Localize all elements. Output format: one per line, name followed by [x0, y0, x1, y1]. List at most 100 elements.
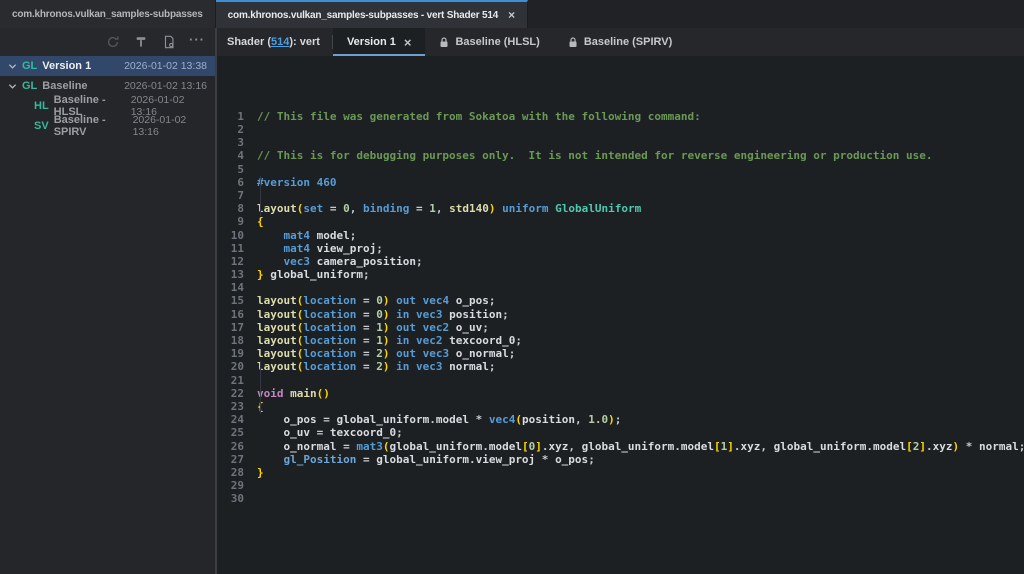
line-number: 23	[217, 400, 244, 413]
ellipsis-icon[interactable]: ···	[187, 32, 207, 52]
line-number: 8	[217, 202, 244, 215]
code-line: 4 // This is for debugging purposes only.…	[217, 149, 1024, 162]
code-line: 21	[217, 374, 1024, 387]
version-type-badge: SV	[34, 120, 49, 132]
line-number: 26	[217, 440, 244, 453]
code-line: 2	[217, 123, 1024, 136]
close-icon[interactable]: ×	[404, 36, 412, 49]
chevron-down-icon[interactable]	[8, 82, 22, 91]
code-line: 6#version 460	[217, 176, 1024, 189]
hammer-icon[interactable]	[131, 32, 151, 52]
version-type-badge: GL	[22, 60, 37, 72]
code-line: 29	[217, 479, 1024, 492]
line-number: 2	[217, 123, 244, 136]
line-text: mat4 view_proj;	[257, 242, 383, 255]
code-line: 13 } global_uniform;	[217, 268, 1024, 281]
line-number: 6	[217, 176, 244, 189]
code-line: 14	[217, 281, 1024, 294]
code-line: 8 layout(set = 0, binding = 1, std140) un…	[217, 202, 1024, 215]
line-text: o_normal = mat3(global_uniform.model[0].…	[257, 440, 1024, 453]
secondary-bar: ··· Shader (514): vert Version 1 × Basel…	[0, 28, 1024, 56]
code-line: 24 o_pos = global_uniform.model * vec4(p…	[217, 413, 1024, 426]
close-icon[interactable]: ×	[508, 9, 515, 21]
tab-label: Baseline (HLSL)	[455, 36, 539, 48]
line-text: layout(location = 2) out vec3 o_normal;	[257, 347, 515, 360]
tab-baseline-hlsl[interactable]: Baseline (HLSL)	[425, 28, 553, 56]
lock-icon	[568, 37, 578, 48]
line-number: 14	[217, 281, 244, 294]
code-line: 7	[217, 189, 1024, 202]
line-text: layout(location = 0) in vec3 position;	[257, 308, 509, 321]
line-text: gl_Position = global_uniform.view_proj *…	[257, 453, 595, 466]
sidebar-item-baseline-hlsl[interactable]: HL Baseline - HLSL 2026-01-02 13:16	[0, 96, 215, 116]
version-date: 2026-01-02 13:16	[124, 80, 207, 92]
code-line: 26 o_normal = mat3(global_uniform.model[…	[217, 440, 1024, 453]
shader-id-link[interactable]: 514	[271, 36, 289, 48]
code-line: 1// This file was generated from Sokatoa…	[217, 110, 1024, 123]
line-text: }	[257, 466, 264, 479]
sidebar-item-baseline-spirv[interactable]: SV Baseline - SPIRV 2026-01-02 13:16	[0, 116, 215, 136]
tab-baseline-spirv[interactable]: Baseline (SPIRV)	[554, 28, 686, 56]
line-text: mat4 model;	[257, 229, 356, 242]
code-line: 9{	[217, 215, 1024, 228]
code-line: 23{	[217, 400, 1024, 413]
sidebar-item-version-1[interactable]: GL Version 1 2026-01-02 13:38	[0, 56, 215, 76]
line-number: 11	[217, 242, 244, 255]
line-number: 16	[217, 308, 244, 321]
version-sidebar: GL Version 1 2026-01-02 13:38 GL Baselin…	[0, 56, 215, 574]
line-number: 10	[217, 229, 244, 242]
code-line: 10 mat4 model;	[217, 229, 1024, 242]
line-text: o_uv = texcoord_0;	[257, 426, 403, 439]
code-line: 22 void main()	[217, 387, 1024, 400]
sidebar-toolbar: ···	[0, 28, 215, 56]
refresh-icon[interactable]	[103, 32, 123, 52]
code-line: 27 gl_Position = global_uniform.view_pro…	[217, 453, 1024, 466]
line-number: 22	[217, 387, 244, 400]
version-label: Baseline - SPIRV	[54, 114, 133, 138]
line-number: 27	[217, 453, 244, 466]
file-gear-icon[interactable]	[159, 32, 179, 52]
window-tab-strip: com.khronos.vulkan_samples-subpasses com…	[0, 0, 1024, 28]
version-label: Baseline	[42, 80, 87, 92]
code-line: 30	[217, 492, 1024, 505]
editor-tab-bar: Shader (514): vert Version 1 × Baseline …	[215, 28, 1024, 56]
line-number: 30	[217, 492, 244, 505]
shader-code-editor[interactable]: 1// This file was generated from Sokatoa…	[217, 56, 1024, 574]
indent-guide	[260, 176, 261, 216]
shader-title-suffix: ): vert	[289, 36, 320, 48]
line-text: layout(set = 0, binding = 1, std140) uni…	[257, 202, 641, 215]
version-date: 2026-01-02 13:16	[133, 114, 207, 138]
line-text: layout(location = 1) out vec2 o_uv;	[257, 321, 489, 334]
code-line: 19layout(location = 2) out vec3 o_normal…	[217, 347, 1024, 360]
line-text: // This is for debugging purposes only. …	[257, 149, 933, 162]
code-lines: 1// This file was generated from Sokatoa…	[217, 56, 1024, 505]
line-number: 15	[217, 294, 244, 307]
line-text: layout(location = 0) out vec4 o_pos;	[257, 294, 495, 307]
version-label: Version 1	[42, 60, 91, 72]
code-line: 3	[217, 136, 1024, 149]
line-text: void main()	[257, 387, 330, 400]
line-number: 3	[217, 136, 244, 149]
window-tab-capture[interactable]: com.khronos.vulkan_samples-subpasses	[0, 0, 216, 28]
code-line: 28}	[217, 466, 1024, 479]
window-tab-vert-shader[interactable]: com.khronos.vulkan_samples-subpasses - v…	[216, 0, 528, 28]
version-type-badge: GL	[22, 80, 37, 92]
tab-label: Baseline (SPIRV)	[584, 36, 672, 48]
window-tab-label: com.khronos.vulkan_samples-subpasses - v…	[228, 10, 498, 21]
line-number: 12	[217, 255, 244, 268]
tab-version-1[interactable]: Version 1 ×	[333, 28, 426, 56]
line-number: 5	[217, 163, 244, 176]
line-text: } global_uniform;	[257, 268, 370, 281]
code-line: 16 layout(location = 0) in vec3 position;	[217, 308, 1024, 321]
indent-guide	[260, 361, 261, 414]
line-number: 25	[217, 426, 244, 439]
code-line: 5	[217, 163, 1024, 176]
line-number: 13	[217, 268, 244, 281]
code-line: 20layout(location = 2) in vec3 normal;	[217, 360, 1024, 373]
sidebar-item-baseline[interactable]: GL Baseline 2026-01-02 13:16	[0, 76, 215, 96]
line-number: 4	[217, 149, 244, 162]
line-text: // This file was generated from Sokatoa …	[257, 110, 701, 123]
code-line: 15 layout(location = 0) out vec4 o_pos;	[217, 294, 1024, 307]
version-type-badge: HL	[34, 100, 49, 112]
chevron-down-icon[interactable]	[8, 62, 22, 71]
